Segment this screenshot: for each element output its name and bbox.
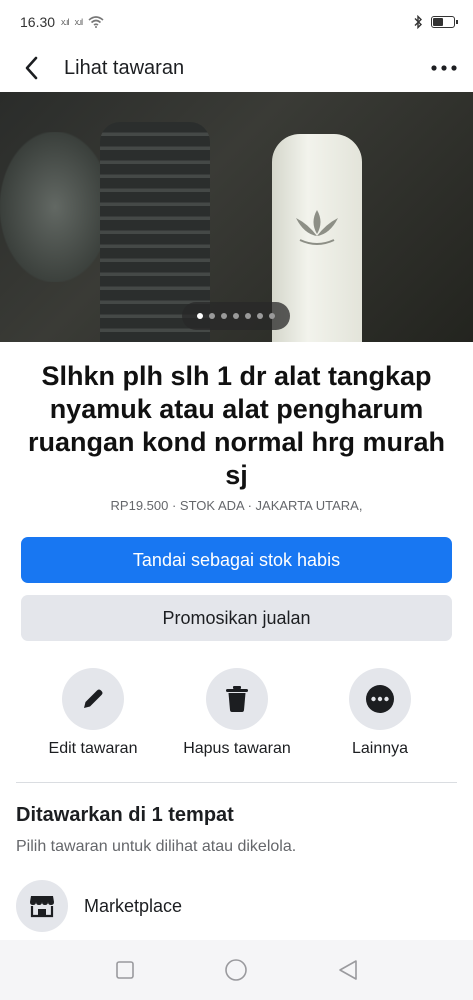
status-left: 16.30 x.ıl x.ıl xyxy=(20,14,104,30)
marketplace-icon-wrap xyxy=(16,880,68,932)
pencil-icon xyxy=(84,689,103,708)
pagination-dot[interactable] xyxy=(269,313,275,319)
more-horizontal-icon xyxy=(431,65,457,71)
pagination-dot[interactable] xyxy=(197,313,203,319)
more-actions-button[interactable] xyxy=(349,668,411,730)
listing-title: Slhkn plh slh 1 dr alat tangkap nyamuk a… xyxy=(27,361,446,490)
offered-section-title: Ditawarkan di 1 tempat xyxy=(16,804,234,826)
top-bar: Lihat tawaran xyxy=(0,44,473,92)
more-icon xyxy=(366,685,394,713)
delete-listing-button[interactable] xyxy=(206,668,268,730)
battery-icon xyxy=(431,16,458,28)
delete-listing-label: Hapus tawaran xyxy=(183,740,291,757)
wifi-icon xyxy=(88,16,104,28)
action-row: Edit tawaran Hapus tawaran Lainnya xyxy=(0,668,473,764)
pagination-dot[interactable] xyxy=(209,313,215,319)
trash-icon xyxy=(226,686,248,712)
back-button[interactable] xyxy=(18,54,46,82)
page-title: Lihat tawaran xyxy=(64,56,185,79)
home-icon[interactable] xyxy=(224,958,248,982)
status-time: 16.30 xyxy=(20,14,56,30)
status-bar: 16.30 x.ıl x.ıl xyxy=(0,0,473,44)
edit-listing-button[interactable] xyxy=(62,668,124,730)
marketplace-icon xyxy=(30,896,54,918)
status-right xyxy=(413,15,458,29)
promote-button[interactable]: Promosikan jualan xyxy=(21,595,452,641)
place-label: Marketplace xyxy=(84,895,183,916)
system-nav-bar xyxy=(0,940,473,1000)
more-actions-action[interactable]: Lainnya xyxy=(310,668,450,758)
bluetooth-icon xyxy=(414,15,422,29)
pagination-dot[interactable] xyxy=(221,313,227,319)
offered-section-subtitle: Pilih tawaran untuk dilihat atau dikelol… xyxy=(16,838,297,855)
chevron-left-icon xyxy=(25,56,38,80)
pagination-dot[interactable] xyxy=(245,313,251,319)
pagination-dot[interactable] xyxy=(257,313,263,319)
edit-listing-label: Edit tawaran xyxy=(48,740,138,757)
delete-listing-action[interactable]: Hapus tawaran xyxy=(167,668,307,758)
mark-sold-button[interactable]: Tandai sebagai stok habis xyxy=(21,537,452,583)
pagination-dot[interactable] xyxy=(233,313,239,319)
listing-meta: RP19.500 · STOK ADA · JAKARTA UTARA, xyxy=(110,498,363,513)
freshener-logo xyxy=(296,210,338,245)
photo-pagination[interactable] xyxy=(182,302,290,330)
section-divider xyxy=(16,782,457,783)
more-actions-label: Lainnya xyxy=(351,740,409,757)
photo-bag-shape xyxy=(0,132,110,282)
edit-listing-action[interactable]: Edit tawaran xyxy=(23,668,163,758)
back-nav-icon[interactable] xyxy=(337,959,359,981)
battery-fill xyxy=(433,18,443,26)
more-options-button[interactable] xyxy=(429,54,459,82)
signal-icon-2: x.ıl xyxy=(74,17,83,27)
recents-icon[interactable] xyxy=(115,960,135,980)
place-item-marketplace[interactable]: Marketplace xyxy=(16,880,457,932)
signal-icon-1: x.ıl xyxy=(61,17,69,27)
